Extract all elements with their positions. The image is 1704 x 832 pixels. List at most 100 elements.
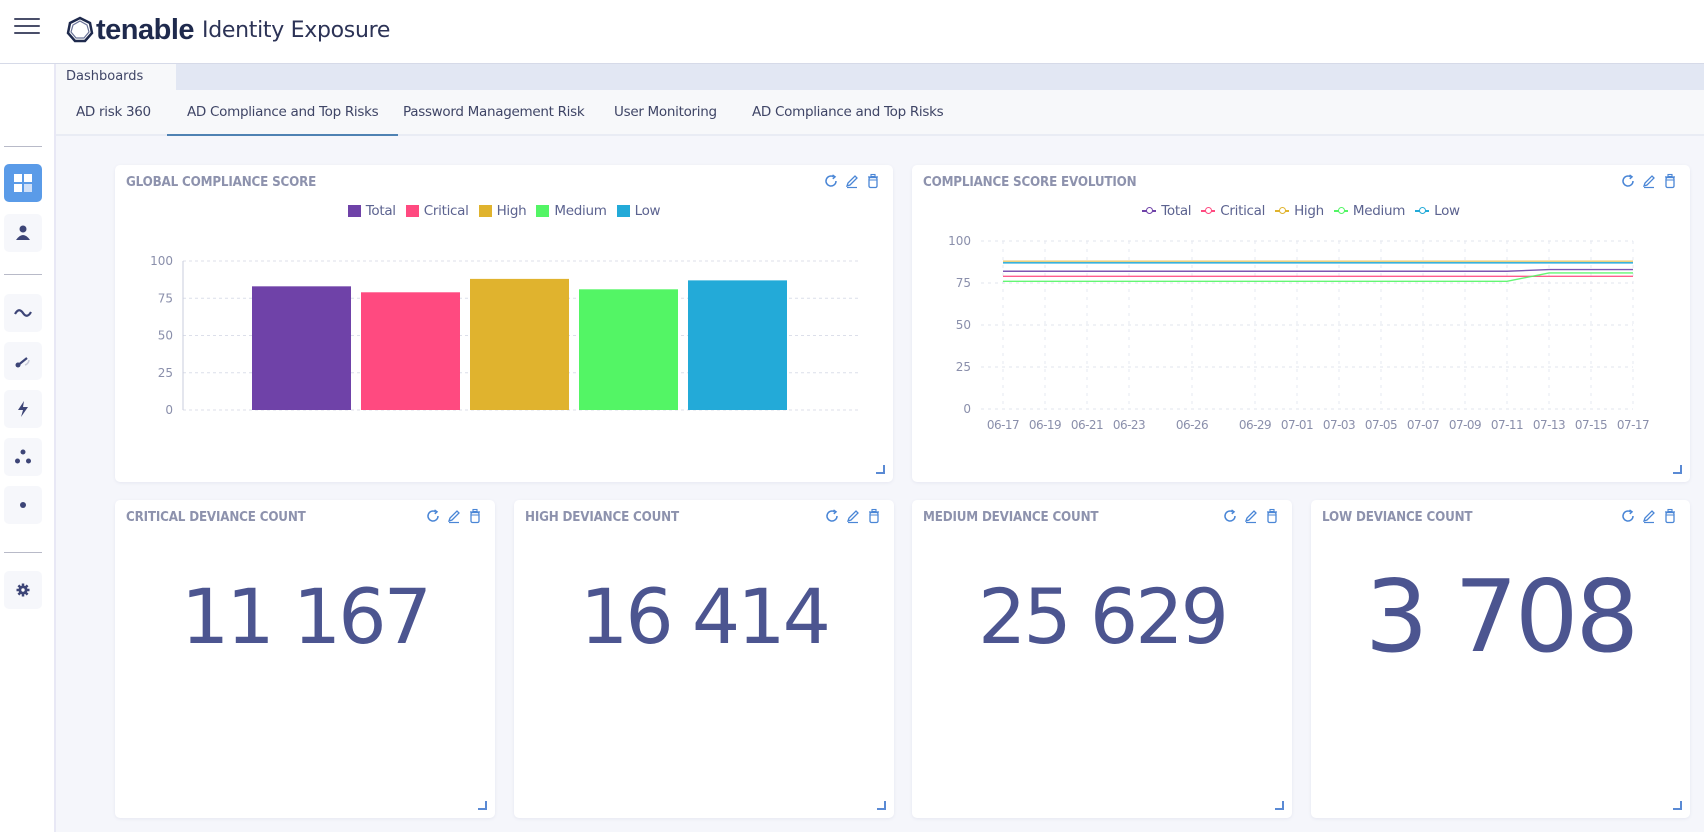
- app-logo: tenable Identity Exposure: [66, 12, 390, 48]
- deviance-count-value: 16 414: [580, 572, 831, 661]
- line-series-total: [1003, 268, 1633, 272]
- delete-icon[interactable]: [467, 508, 483, 524]
- deviance-count-value: 25 629: [978, 572, 1229, 661]
- sidebar: [0, 64, 56, 832]
- sidebar-item-attack-path[interactable]: [4, 486, 42, 524]
- topology-dots-icon: [15, 449, 31, 464]
- x-tick-label: 06-17: [987, 418, 1019, 432]
- product-name: Identity Exposure: [202, 17, 391, 43]
- widget-title: LOW DEVIANCE COUNT: [1322, 510, 1473, 525]
- tab-ad-risk-360[interactable]: AD risk 360: [76, 90, 151, 136]
- bar-critical: [361, 292, 460, 410]
- sidebar-divider: [4, 146, 42, 147]
- critical-deviance-count-widget: CRITICAL DEVIANCE COUNT 11 167: [115, 500, 495, 818]
- wave-icon: [14, 309, 32, 317]
- menu-icon[interactable]: [14, 18, 40, 36]
- bar-medium: [579, 289, 678, 410]
- refresh-icon[interactable]: [824, 508, 840, 524]
- top-bar: tenable Identity Exposure: [0, 0, 1704, 64]
- delete-icon[interactable]: [1662, 508, 1678, 524]
- low-deviance-count-widget: LOW DEVIANCE COUNT 3 708: [1311, 500, 1690, 818]
- y-tick-label: 100: [948, 234, 971, 248]
- y-tick-label: 75: [158, 291, 173, 305]
- brand-name: tenable: [96, 13, 195, 46]
- edit-icon[interactable]: [446, 508, 462, 524]
- compliance-evolution-line-chart: 0 25 50 75 100 06-17 06-19 06-21 06-23 06-26 06-29…: [948, 234, 1650, 432]
- y-tick-label: 0: [963, 402, 971, 416]
- gauge-icon: [15, 357, 30, 368]
- sidebar-item-trail-flow[interactable]: [4, 294, 42, 332]
- sidebar-divider: [4, 552, 42, 553]
- widget-title: HIGH DEVIANCE COUNT: [525, 510, 679, 525]
- bar-high: [470, 278, 569, 410]
- dot-icon: [20, 502, 26, 508]
- bar-low: [688, 280, 787, 410]
- refresh-icon[interactable]: [1620, 508, 1636, 524]
- x-tick-label: 07-13: [1533, 418, 1565, 432]
- resize-handle[interactable]: [1673, 465, 1682, 474]
- dashboard-grid-icon: [14, 174, 32, 192]
- delete-icon[interactable]: [866, 508, 882, 524]
- sidebar-divider: [4, 274, 42, 275]
- resize-handle[interactable]: [877, 801, 886, 810]
- global-compliance-score-widget: GLOBAL COMPLIANCE SCORE Total Critical H…: [115, 165, 893, 482]
- delete-icon[interactable]: [1264, 508, 1280, 524]
- edit-icon[interactable]: [1641, 508, 1657, 524]
- resize-handle[interactable]: [478, 801, 487, 810]
- tab-user-monitoring[interactable]: User Monitoring: [614, 90, 717, 136]
- x-tick-label: 07-05: [1365, 418, 1397, 432]
- global-compliance-bar-chart: 0 25 50 75 100: [150, 254, 858, 417]
- dashboards-section-tab[interactable]: Dashboards: [56, 64, 176, 90]
- x-tick-label: 07-01: [1281, 418, 1313, 432]
- tab-password-management-risk[interactable]: Password Management Risk: [403, 90, 585, 136]
- user-icon: [16, 225, 30, 240]
- deviance-count-value: 11 167: [181, 572, 432, 661]
- x-tick-label: 07-07: [1407, 418, 1439, 432]
- refresh-icon[interactable]: [1222, 508, 1238, 524]
- edit-icon[interactable]: [1243, 508, 1259, 524]
- resize-handle[interactable]: [1673, 801, 1682, 810]
- x-tick-label: 06-21: [1071, 418, 1103, 432]
- deviance-count-value: 3 708: [1364, 558, 1639, 675]
- x-tick-label: 07-15: [1575, 418, 1607, 432]
- dashboard-tabs: AD risk 360 AD Compliance and Top Risks …: [56, 90, 1704, 136]
- y-tick-label: 50: [956, 318, 971, 332]
- section-strip: Dashboards: [56, 64, 1704, 90]
- x-tick-label: 06-29: [1239, 418, 1271, 432]
- y-tick-label: 25: [158, 366, 173, 380]
- y-tick-label: 75: [956, 276, 971, 290]
- sidebar-item-users[interactable]: [4, 214, 42, 252]
- tab-ad-compliance-top-risks-2[interactable]: AD Compliance and Top Risks: [752, 90, 944, 136]
- sidebar-item-indicators-of-exposure[interactable]: [4, 342, 42, 380]
- high-deviance-count-widget: HIGH DEVIANCE COUNT 16 414: [514, 500, 894, 818]
- sidebar-item-indicators-of-attack[interactable]: [4, 390, 42, 428]
- y-tick-label: 0: [165, 403, 173, 417]
- compliance-score-evolution-widget: COMPLIANCE SCORE EVOLUTION Total Critica…: [912, 165, 1690, 482]
- x-tick-label: 06-23: [1113, 418, 1145, 432]
- line-series-medium: [1003, 272, 1633, 283]
- x-tick-label: 07-17: [1617, 418, 1649, 432]
- y-tick-label: 100: [150, 254, 173, 268]
- widget-title: CRITICAL DEVIANCE COUNT: [126, 510, 306, 525]
- refresh-icon[interactable]: [425, 508, 441, 524]
- edit-icon[interactable]: [845, 508, 861, 524]
- x-tick-label: 07-09: [1449, 418, 1481, 432]
- resize-handle[interactable]: [1275, 801, 1284, 810]
- y-tick-label: 50: [158, 329, 173, 343]
- x-tick-label: 07-11: [1491, 418, 1523, 432]
- sidebar-item-topology[interactable]: [4, 438, 42, 476]
- sidebar-item-settings[interactable]: [4, 571, 42, 609]
- widget-title: MEDIUM DEVIANCE COUNT: [923, 510, 1099, 525]
- sidebar-item-dashboards[interactable]: [4, 164, 42, 202]
- tab-ad-compliance-top-risks[interactable]: AD Compliance and Top Risks: [166, 90, 399, 136]
- tenable-logo-icon: [66, 16, 94, 43]
- y-tick-label: 25: [956, 360, 971, 374]
- x-tick-label: 06-19: [1029, 418, 1061, 432]
- medium-deviance-count-widget: MEDIUM DEVIANCE COUNT 25 629: [912, 500, 1292, 818]
- x-tick-label: 06-26: [1176, 418, 1208, 432]
- lightning-icon: [18, 401, 28, 417]
- resize-handle[interactable]: [876, 465, 885, 474]
- x-tick-label: 07-03: [1323, 418, 1355, 432]
- gear-icon: [16, 583, 30, 597]
- bar-total: [252, 286, 351, 410]
